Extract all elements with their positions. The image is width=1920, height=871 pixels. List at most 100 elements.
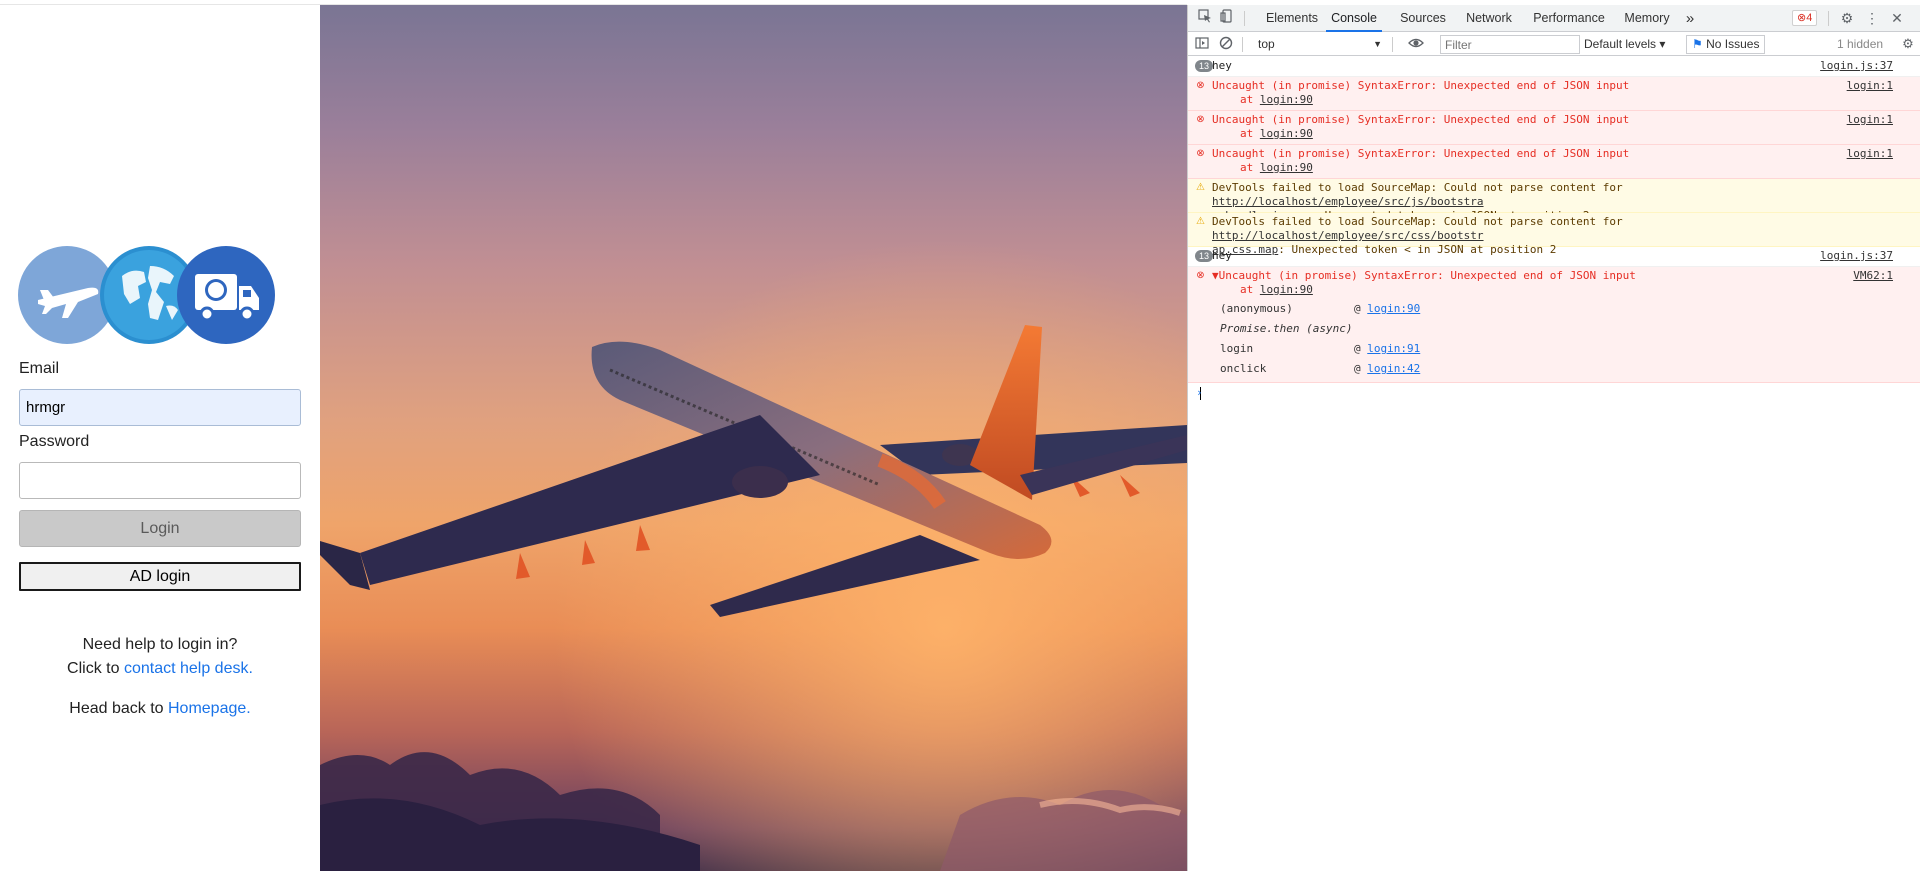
tab-performance[interactable]: Performance — [1530, 5, 1608, 32]
devtools-tabbar: Elements Console Sources Network Perform… — [1188, 5, 1920, 32]
source-link[interactable]: login:1 — [1847, 79, 1893, 93]
warning-prefix: DevTools failed to load SourceMap: Could… — [1212, 181, 1623, 194]
tab-elements[interactable]: Elements — [1264, 5, 1320, 32]
warning-icon: ⚠ — [1196, 216, 1205, 227]
clear-console-icon[interactable] — [1218, 36, 1234, 52]
source-link[interactable]: VM62:1 — [1853, 269, 1893, 283]
truck-logo-icon — [177, 246, 275, 344]
message-text: ▼Uncaught (in promise) SyntaxError: Unex… — [1212, 269, 1636, 282]
source-link[interactable]: login.js:37 — [1820, 59, 1893, 73]
call-stack: (anonymous) @ login:90 Promise.then (asy… — [1212, 299, 1893, 379]
tab-console[interactable]: Console — [1326, 5, 1382, 32]
frame-at: @ — [1354, 302, 1368, 315]
frame-location: @ login:91 — [1354, 339, 1420, 359]
console-log-message[interactable]: 13 hey login.js:37 — [1188, 247, 1920, 267]
console-error-message-expanded[interactable]: ⊗ ▼Uncaught (in promise) SyntaxError: Un… — [1188, 267, 1920, 383]
warning-icon: ⚠ — [1196, 182, 1205, 193]
frame-function: login — [1220, 342, 1254, 355]
console-messages: 13 hey login.js:37 ⊗ Uncaught (in promis… — [1188, 57, 1920, 403]
frame-link[interactable]: login:91 — [1367, 342, 1420, 355]
airplane-sunset-photo — [320, 5, 1187, 871]
tab-memory[interactable]: Memory — [1622, 5, 1672, 32]
sourcemap-link[interactable]: http://localhost/employee/src/css/bootst… — [1212, 229, 1484, 242]
separator — [1242, 37, 1243, 52]
login-button[interactable]: Login — [19, 510, 301, 547]
stack-link[interactable]: login:90 — [1260, 283, 1313, 296]
back-suffix: . — [246, 700, 251, 717]
close-icon[interactable]: ✕ — [1888, 9, 1906, 27]
flag-icon: ⚑ — [1692, 37, 1703, 51]
hidden-messages-count: 1 hidden — [1837, 37, 1884, 51]
live-expression-icon[interactable] — [1408, 36, 1424, 52]
frame-at: @ — [1354, 362, 1368, 375]
call-stack-frame: onclick @ login:42 — [1220, 359, 1893, 379]
frame-function: onclick — [1220, 362, 1267, 375]
message-text: hey — [1212, 249, 1232, 262]
devtools-panel: Elements Console Sources Network Perform… — [1187, 5, 1920, 871]
source-link[interactable]: login:1 — [1847, 147, 1893, 161]
source-link[interactable]: login:1 — [1847, 113, 1893, 127]
email-field[interactable] — [19, 389, 301, 426]
source-link[interactable]: login.js:37 — [1820, 249, 1893, 263]
help-desk-line: Click to contact help desk. — [0, 660, 320, 678]
separator — [1828, 11, 1829, 26]
homepage-line: Head back to Homepage. — [0, 700, 320, 718]
console-prompt[interactable]: › — [1188, 383, 1920, 403]
frame-link[interactable]: login:42 — [1367, 362, 1420, 375]
device-toolbar-icon[interactable] — [1218, 9, 1236, 27]
console-warning-message[interactable]: ⚠ DevTools failed to load SourceMap: Cou… — [1188, 179, 1920, 222]
at-prefix: at — [1240, 93, 1260, 106]
back-prefix: Head back to — [69, 700, 168, 717]
frame-location: @ login:90 — [1354, 299, 1420, 319]
async-label: Promise.then (async) — [1220, 322, 1353, 335]
password-field[interactable] — [19, 462, 301, 499]
prompt-chevron-icon: › — [1196, 386, 1203, 399]
stack-link[interactable]: login:90 — [1260, 93, 1313, 106]
console-error-message[interactable]: ⊗ Uncaught (in promise) SyntaxError: Une… — [1188, 145, 1920, 179]
contact-help-desk-link[interactable]: contact help desk — [124, 660, 249, 677]
console-sidebar-icon[interactable] — [1194, 36, 1210, 52]
message-text: Uncaught (in promise) SyntaxError: Unexp… — [1212, 79, 1630, 92]
console-warning-message[interactable]: ⚠ DevTools failed to load SourceMap: Cou… — [1188, 213, 1920, 256]
issues-label: No Issues — [1706, 37, 1760, 51]
inspect-element-icon[interactable] — [1196, 9, 1214, 27]
homepage-link[interactable]: Homepage — [168, 700, 246, 717]
call-stack-async: Promise.then (async) — [1220, 319, 1893, 339]
console-settings-gear-icon[interactable]: ⚙ — [1900, 36, 1916, 52]
context-select[interactable]: top ▼ — [1258, 36, 1386, 53]
filter-input[interactable] — [1440, 35, 1580, 54]
stack-line: at login:90 — [1212, 93, 1893, 107]
tab-sources[interactable]: Sources — [1398, 5, 1448, 32]
stack-link[interactable]: login:90 — [1260, 127, 1313, 140]
console-error-message[interactable]: ⊗ Uncaught (in promise) SyntaxError: Une… — [1188, 77, 1920, 111]
error-icon: ⊗ — [1196, 270, 1205, 281]
email-label: Email — [19, 360, 60, 377]
ad-login-button[interactable]: AD login — [19, 562, 301, 591]
password-label: Password — [19, 433, 90, 450]
error-count-badge[interactable]: ⊗4 — [1792, 10, 1818, 26]
sourcemap-link[interactable]: http://localhost/employee/src/js/bootstr… — [1212, 195, 1484, 208]
log-levels-dropdown[interactable]: Default levels ▾ — [1584, 36, 1665, 53]
error-icon: ⊗ — [1797, 12, 1807, 24]
message-text: Uncaught (in promise) SyntaxError: Unexp… — [1212, 147, 1630, 160]
gear-icon[interactable]: ⚙ — [1838, 9, 1856, 27]
call-stack-frame: (anonymous) @ login:90 — [1220, 299, 1893, 319]
login-panel: Email Password Login AD login Need help … — [0, 5, 320, 871]
error-icon: ⊗ — [1196, 80, 1205, 91]
console-log-message[interactable]: 13 hey login.js:37 — [1188, 57, 1920, 77]
more-tabs-chevron-icon[interactable]: » — [1682, 5, 1698, 32]
help-prefix: Click to — [67, 660, 124, 677]
stack-link[interactable]: login:90 — [1260, 161, 1313, 174]
console-error-message[interactable]: ⊗ Uncaught (in promise) SyntaxError: Une… — [1188, 111, 1920, 145]
issues-button[interactable]: ⚑ No Issues — [1686, 35, 1766, 54]
kebab-menu-icon[interactable]: ⋮ — [1863, 9, 1881, 27]
console-toolbar: top ▼ Default levels ▾ ⚑ No Issues 1 hid… — [1188, 33, 1920, 56]
context-value: top — [1258, 37, 1275, 51]
at-prefix: at — [1240, 161, 1260, 174]
frame-link[interactable]: login:90 — [1367, 302, 1420, 315]
warning-prefix: DevTools failed to load SourceMap: Could… — [1212, 215, 1623, 228]
at-prefix: at — [1240, 283, 1260, 296]
separator — [1392, 37, 1393, 52]
caret-down-icon: ▼ — [1373, 39, 1382, 49]
tab-network[interactable]: Network — [1462, 5, 1516, 32]
